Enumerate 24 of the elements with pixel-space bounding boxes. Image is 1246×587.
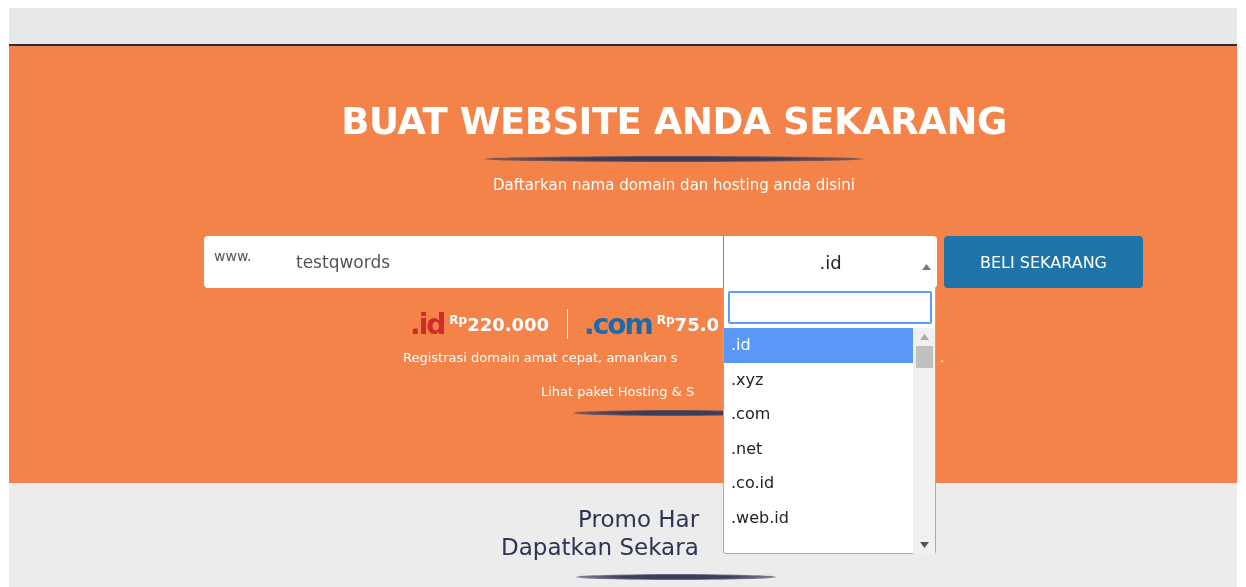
- tld-option[interactable]: .co.id: [724, 466, 913, 501]
- www-prefix: www.: [214, 248, 253, 264]
- tld-option[interactable]: .com: [724, 397, 913, 432]
- price-text: $^{Rp}$75.0: [656, 313, 720, 335]
- domain-search-field[interactable]: www. testqwords .id: [204, 236, 937, 288]
- scroll-up-icon: [919, 334, 929, 340]
- buy-button[interactable]: BELI SEKARANG: [944, 236, 1143, 288]
- tld-search-field[interactable]: [728, 291, 932, 324]
- price-text: $^{Rp}$220.000: [449, 313, 550, 335]
- hero-title: BUAT WEBSITE ANDA SEKARANG: [340, 99, 1008, 145]
- tld-option[interactable]: .web.id: [724, 500, 913, 535]
- scrollbar[interactable]: [913, 328, 935, 554]
- info-text-end: .: [940, 350, 946, 365]
- promo-subheading: Dapatkan Sekara: [501, 534, 699, 560]
- tld-option[interactable]: .net: [724, 431, 913, 466]
- promo-heading: Promo Har: [578, 506, 700, 532]
- info-text: Registrasi domain amat cepat, amankan s: [403, 350, 678, 365]
- scrollbar-thumb[interactable]: [915, 346, 933, 368]
- tld-logo: .com: [584, 307, 652, 341]
- tld-option[interactable]: .xyz: [724, 362, 913, 397]
- tld-logo: .id: [410, 307, 445, 341]
- scroll-down-icon: [919, 542, 929, 548]
- hero-subtitle: Daftarkan nama domain dan hosting anda disini: [492, 176, 856, 194]
- caret-up-icon: [922, 264, 931, 270]
